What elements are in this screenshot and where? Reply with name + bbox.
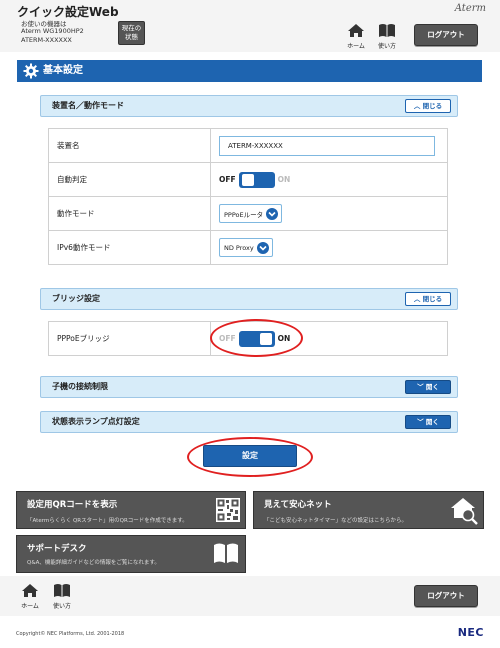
expand-label: 開く [425,418,439,426]
aterm-logo: Aterm [454,3,486,14]
toggle-track [238,171,275,188]
expand-button[interactable]: ﹀ 開く [405,415,451,429]
copyright: Copyright© NEC Platforms, Ltd. 2001-2018 [16,631,125,637]
expand-button[interactable]: ﹀ 開く [405,380,451,394]
collapse-button[interactable]: ︿ 閉じる [405,292,451,306]
book-icon [54,584,70,597]
collapse-button[interactable]: ︿ 閉じる [405,99,451,113]
home-label: ホーム [347,43,365,50]
collapse-label: 閉じる [422,295,443,303]
device-model: Aterm WG1900HP2 [21,27,84,35]
operation-mode-select[interactable]: PPPoEルータ [219,204,283,223]
collapse-label: 閉じる [422,102,443,110]
qr-code-tile[interactable]: 設定用QRコードを表示 「Atermらくらく QRスタート」用のQRコードを作成… [16,491,246,529]
section-title: 子機の接続制限 [52,382,108,391]
table-row: IPv6動作モード ND Proxy [48,230,448,265]
home-button[interactable]: ホーム [344,23,368,50]
device-name-input[interactable]: ATERM-XXXXXX [219,135,435,156]
help-label: 使い方 [377,43,396,50]
book-icon [214,543,238,563]
chevron-up-icon: ︿ [413,102,421,110]
current-status-label-1: 現在の [121,24,142,32]
toggle-knob [241,173,254,186]
section-lamp-setting: 状態表示ランプ点灯設定 ﹀ 開く [40,411,458,433]
auto-detect-toggle[interactable]: OFF ON [219,171,291,188]
help-button[interactable]: 使い方 [375,23,399,50]
house-search-icon [451,498,478,525]
gear-icon [23,63,39,79]
toggle-on-label: ON [277,175,291,184]
footer-help-button[interactable]: 使い方 [50,583,74,610]
highlight-ellipse [187,437,313,477]
book-icon [379,24,395,37]
expand-label: 開く [425,383,439,391]
current-status-label-2: 状態 [125,33,138,41]
section-device-mode: 装置名／動作モード ︿ 閉じる [40,95,458,117]
footer-bar: ホーム 使い方 ログアウト [0,576,500,616]
tile-description: 「Atermらくらく QRスタート」用のQRコードを作成できます。 [27,518,188,524]
footer-home-button[interactable]: ホーム [18,583,42,610]
table-row: 自動判定 OFF ON [48,162,448,197]
section-title: ブリッジ設定 [52,294,100,303]
tile-description: 「こども安心ネットタイマー」などの設定はこちらから。 [264,518,408,524]
footer-logout-button[interactable]: ログアウト [414,585,478,607]
section-title: 装置名／動作モード [52,101,124,110]
basic-settings-bar: 基本設定 [17,60,482,82]
nec-logo: NEC [457,626,484,639]
chevron-down-icon: ﹀ [417,418,424,426]
tile-description: Q&A、機能詳細ガイドなどの情報をご覧になれます。 [27,560,160,566]
table-row: 動作モード PPPoEルータ [48,196,448,231]
ipv6-mode-value: ND Proxy [224,243,254,252]
logout-button[interactable]: ログアウト [414,24,478,46]
header: クイック設定Web お使いの機器は Aterm WG1900HP2 ATERM-… [0,0,500,52]
current-status-button[interactable]: 現在の 状態 [118,21,145,45]
chevron-up-icon: ︿ [413,295,421,303]
device-name: ATERM-XXXXXX [21,36,72,44]
operation-mode-value: PPPoEルータ [224,210,264,219]
highlight-ellipse [210,319,303,357]
family-safety-tile[interactable]: 見えて安心ネット 「こども安心ネットタイマー」などの設定はこちらから。 [253,491,484,529]
device-name-label: 装置名 [48,128,211,163]
home-label: ホーム [21,603,39,610]
operation-mode-label: 動作モード [48,196,211,231]
tile-title: 設定用QRコードを表示 [27,500,118,510]
pppoe-bridge-label: PPPoEブリッジ [48,321,211,356]
table-row: 装置名 ATERM-XXXXXX [48,128,448,163]
auto-detect-label: 自動判定 [48,162,211,197]
tile-title: サポートデスク [27,544,87,554]
section-title: 状態表示ランプ点灯設定 [52,417,140,426]
home-icon [348,24,364,37]
ipv6-mode-label: IPv6動作モード [48,230,211,265]
tile-title: 見えて安心ネット [264,500,332,510]
device-mode-table: 装置名 ATERM-XXXXXX 自動判定 OFF ON 動作モード PPPoE… [48,128,448,265]
chevron-down-icon: ﹀ [417,383,424,391]
section-bridge: ブリッジ設定 ︿ 閉じる [40,288,458,310]
help-label: 使い方 [52,603,71,610]
toggle-off-label: OFF [219,175,236,184]
qr-code-icon [216,498,240,522]
section-connection-limit: 子機の接続制限 ﹀ 開く [40,376,458,398]
home-icon [22,584,38,597]
page-title: 基本設定 [43,65,83,76]
chevron-down-icon [256,241,269,254]
chevron-down-icon [266,207,279,220]
ipv6-mode-select[interactable]: ND Proxy [219,238,273,257]
support-desk-tile[interactable]: サポートデスク Q&A、機能詳細ガイドなどの情報をご覧になれます。 [16,535,246,573]
